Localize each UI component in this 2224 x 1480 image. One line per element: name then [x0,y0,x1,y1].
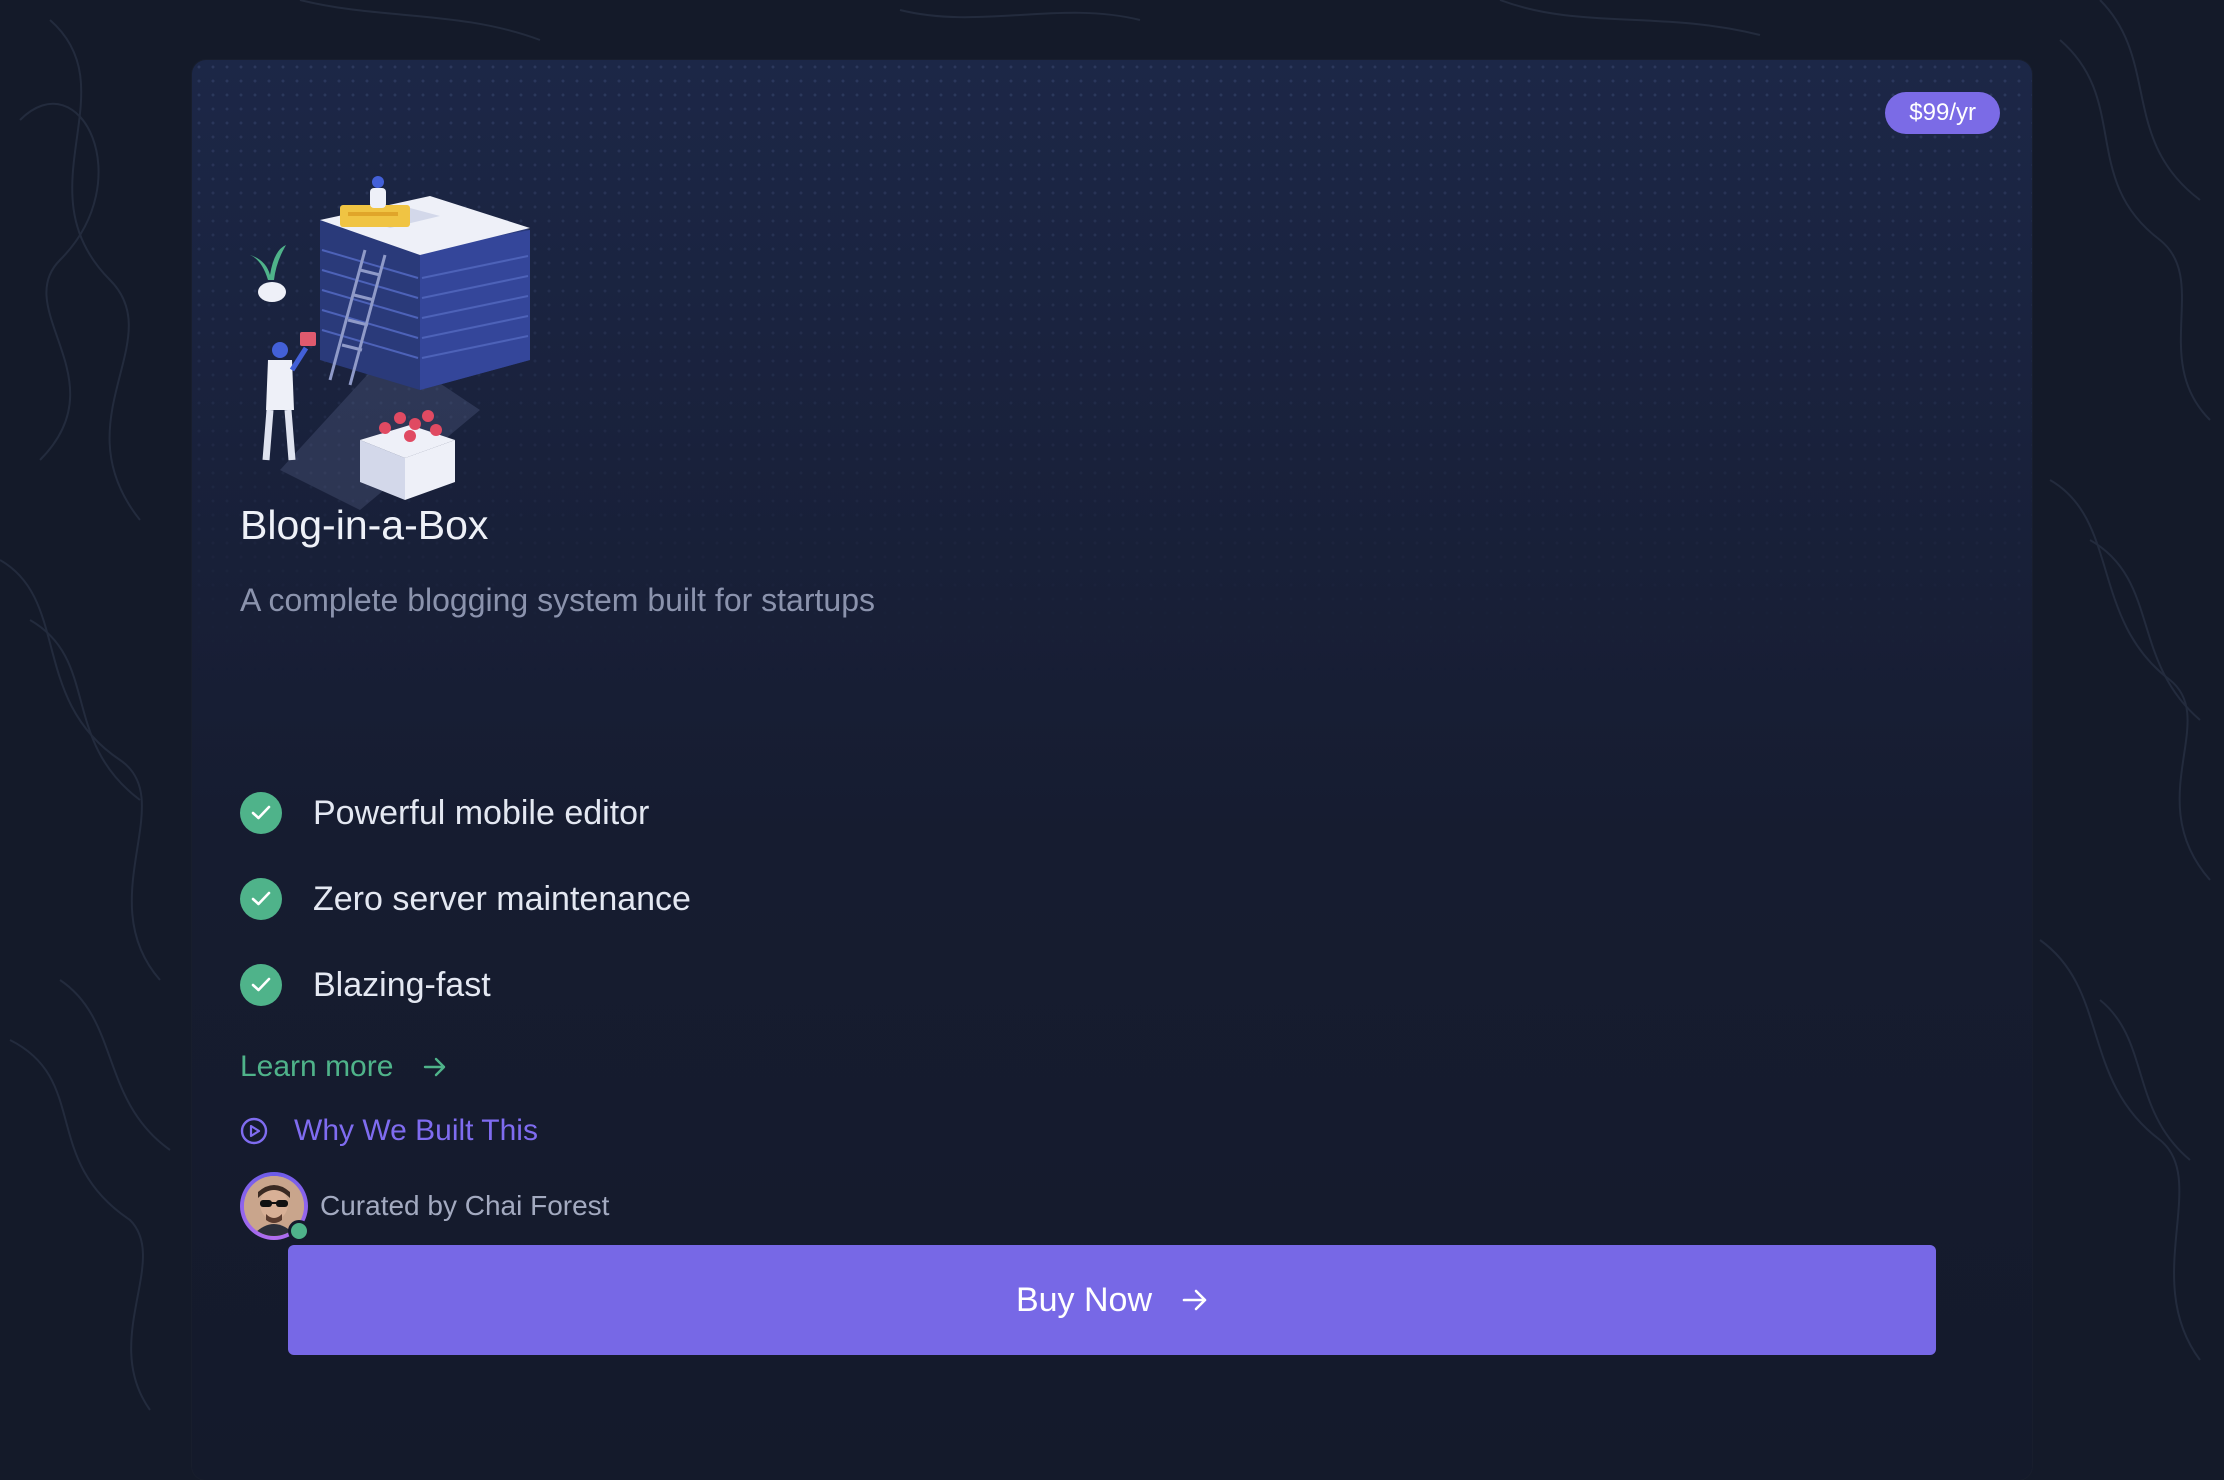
feature-label: Powerful mobile editor [313,793,650,832]
feature-label: Zero server maintenance [313,879,691,918]
curator: Curated by Chai Forest [240,1172,610,1242]
product-title: Blog-in-a-Box [240,502,489,548]
feature-item: Zero server maintenance [240,856,691,942]
feature-label: Blazing-fast [313,965,491,1004]
check-icon [240,964,282,1006]
avatar[interactable] [240,1172,310,1242]
blog-box-illustration [250,176,530,510]
check-icon [240,792,282,834]
arrow-right-icon [423,1056,447,1078]
feature-item: Powerful mobile editor [240,770,691,856]
price-badge: $99/yr [1885,92,2000,134]
learn-more-link[interactable]: Learn more [240,1050,447,1084]
buy-now-button[interactable]: Buy Now [288,1245,1936,1355]
product-card: $99/yr Blog-in-a-Box A complete blogging… [192,60,2032,1480]
learn-more-label: Learn more [240,1050,394,1083]
feature-item: Blazing-fast [240,942,691,1028]
buy-now-label: Buy Now [1015,1280,1153,1319]
feature-list: Powerful mobile editor Zero server maint… [240,770,691,1028]
check-icon [240,878,282,920]
online-status-indicator [288,1220,310,1242]
arrow-right-icon [1182,1288,1208,1312]
why-link-label: Why We Built This [294,1114,538,1147]
play-circle-icon [240,1117,268,1145]
why-we-built-this-link[interactable]: Why We Built This [240,1114,538,1148]
product-subtitle: A complete blogging system built for sta… [240,582,875,618]
curator-name: Curated by Chai Forest [320,1190,610,1221]
